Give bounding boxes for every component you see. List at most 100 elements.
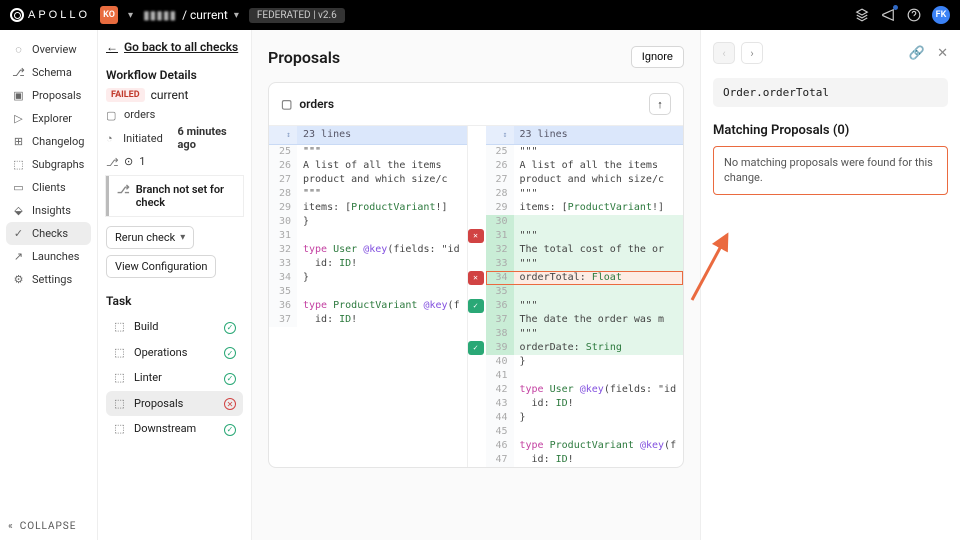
diff-line[interactable]: 42type User @key(fields: "id — [486, 383, 684, 397]
avatar[interactable]: FK — [932, 6, 950, 24]
diff-line[interactable]: 37The date the order was m — [486, 313, 684, 327]
scroll-top-button[interactable]: ↑ — [649, 93, 671, 115]
rerun-check-button[interactable]: Rerun check▾ — [106, 226, 194, 249]
diff-line[interactable]: 35 — [269, 285, 467, 299]
ignore-button[interactable]: Ignore — [631, 46, 684, 68]
task-build[interactable]: ⬚Build✓ — [106, 314, 243, 340]
chevron-down-icon[interactable]: ▾ — [234, 10, 239, 21]
sidebar-item-checks[interactable]: ✓Checks — [6, 222, 91, 245]
code: A list of all the items — [514, 159, 684, 173]
line-number: 28 — [486, 187, 514, 201]
diff-line[interactable]: 26A list of all the items — [486, 159, 684, 173]
line-number: 28 — [269, 187, 297, 201]
sidebar-item-insights[interactable]: ⬙Insights — [6, 199, 91, 222]
diff-line[interactable]: 32The total cost of the or — [486, 243, 684, 257]
org-badge[interactable]: KO — [100, 6, 118, 24]
link-icon[interactable]: 🔗 — [909, 46, 925, 61]
back-link[interactable]: ← Go back to all checks — [106, 40, 243, 54]
sidebar-item-schema[interactable]: ⎇Schema — [6, 61, 91, 84]
diff-line[interactable]: 27product and which size/c — [486, 173, 684, 187]
logo[interactable]: APOLLO — [10, 8, 90, 22]
line-number: 40 — [486, 355, 514, 369]
collapse-button[interactable]: « COLLAPSE — [8, 521, 89, 532]
pr-icon: ⊙ — [124, 155, 133, 168]
code: """ — [514, 257, 684, 271]
diff-accept-icon[interactable]: ✓ — [468, 341, 484, 355]
diff-reject-icon[interactable]: ✕ — [468, 229, 484, 243]
diff-line[interactable]: 29items: [ProductVariant!] — [486, 201, 684, 215]
status-ok-icon: ✓ — [224, 322, 236, 334]
diff-line[interactable]: 43 id: ID! — [486, 397, 684, 411]
line-number: 27 — [269, 173, 297, 187]
task-icon: ⬚ — [113, 320, 126, 333]
diff-line[interactable]: 34} — [269, 271, 467, 285]
sidebar-item-label: Clients — [32, 181, 66, 194]
diff-line[interactable]: 26A list of all the items — [269, 159, 467, 173]
chevron-down-icon[interactable]: ▾ — [128, 10, 133, 21]
close-icon[interactable]: ✕ — [937, 46, 948, 61]
code: } — [514, 355, 684, 369]
sidebar-item-overview[interactable]: ◌Overview — [6, 38, 91, 61]
sidebar-item-settings[interactable]: ⚙Settings — [6, 268, 91, 291]
diff-line[interactable]: 44} — [486, 411, 684, 425]
stack-icon[interactable] — [854, 7, 870, 23]
field-chip: Order.orderTotal — [713, 78, 948, 107]
diff-line[interactable]: 32type User @key(fields: "id — [269, 243, 467, 257]
sidebar-item-changelog[interactable]: ⊞Changelog — [6, 130, 91, 153]
diff-line[interactable]: 30 — [486, 215, 684, 229]
diff-line[interactable]: 35 — [486, 285, 684, 299]
diff-reject-icon[interactable]: ✕ — [468, 271, 484, 285]
task-linter[interactable]: ⬚Linter✓ — [106, 365, 243, 391]
graph-variant: / current — [182, 8, 228, 22]
matching-proposals-empty: No matching proposals were found for thi… — [713, 146, 948, 195]
task-downstream[interactable]: ⬚Downstream✓ — [106, 416, 243, 442]
code: id: ID! — [514, 453, 684, 467]
line-number: 25 — [486, 145, 514, 159]
diff-line[interactable]: 40} — [486, 355, 684, 369]
diff-line[interactable]: 27product and which size/c — [269, 173, 467, 187]
diff-line[interactable]: 30} — [269, 215, 467, 229]
gear-icon: ⚙ — [12, 273, 25, 286]
view-configuration-button[interactable]: View Configuration — [106, 255, 216, 278]
task-icon: ⬚ — [113, 397, 126, 410]
task-proposals[interactable]: ⬚Proposals✕ — [106, 391, 243, 417]
diff-line[interactable]: ✓36""" — [486, 299, 684, 313]
diff-line[interactable]: 31 — [269, 229, 467, 243]
sidebar-item-subgraphs[interactable]: ⬚Subgraphs — [6, 153, 91, 176]
diff-line[interactable]: 25""" — [486, 145, 684, 159]
sidebar-item-launches[interactable]: ↗Launches — [6, 245, 91, 268]
diff-line[interactable]: ✕34orderTotal: Float — [486, 271, 684, 285]
logo-icon — [10, 8, 24, 22]
diff-line[interactable]: 28""" — [486, 187, 684, 201]
announcement-icon[interactable] — [880, 7, 896, 23]
expand-icon[interactable]: ↕ — [486, 126, 514, 144]
diff-accept-icon[interactable]: ✓ — [468, 299, 484, 313]
diff-line[interactable]: 36type ProductVariant @key(f — [269, 299, 467, 313]
sidebar-item-explorer[interactable]: ▷Explorer — [6, 107, 91, 130]
task-label: Proposals — [134, 397, 183, 410]
diff-line[interactable]: 38""" — [486, 327, 684, 341]
diff-line[interactable]: 47 id: ID! — [486, 453, 684, 467]
diff-line[interactable]: ✓39orderDate: String — [486, 341, 684, 355]
line-number: 26 — [486, 159, 514, 173]
sidebar-item-clients[interactable]: ▭Clients — [6, 176, 91, 199]
diff-line[interactable]: 29items: [ProductVariant!] — [269, 201, 467, 215]
diff-line[interactable]: 45 — [486, 425, 684, 439]
next-button[interactable]: › — [741, 42, 763, 64]
diff-line[interactable]: 33 id: ID! — [269, 257, 467, 271]
breadcrumb[interactable]: ▮▮▮▮▮ / current ▾ — [143, 8, 239, 22]
diff-line[interactable]: ✕31""" — [486, 229, 684, 243]
help-icon[interactable] — [906, 7, 922, 23]
code: product and which size/c — [514, 173, 684, 187]
expand-icon[interactable]: ↕ — [269, 126, 297, 144]
diff-line[interactable]: 33""" — [486, 257, 684, 271]
diff-line[interactable]: 46type ProductVariant @key(f — [486, 439, 684, 453]
diff-line[interactable]: 25""" — [269, 145, 467, 159]
sidebar-item-proposals[interactable]: ▣Proposals — [6, 84, 91, 107]
initiated-ago: 6 minutes ago — [178, 125, 243, 151]
diff-line[interactable]: 41 — [486, 369, 684, 383]
diff-line[interactable]: 37 id: ID! — [269, 313, 467, 327]
collapse-label: COLLAPSE — [20, 521, 77, 532]
diff-line[interactable]: 28""" — [269, 187, 467, 201]
task-operations[interactable]: ⬚Operations✓ — [106, 340, 243, 366]
